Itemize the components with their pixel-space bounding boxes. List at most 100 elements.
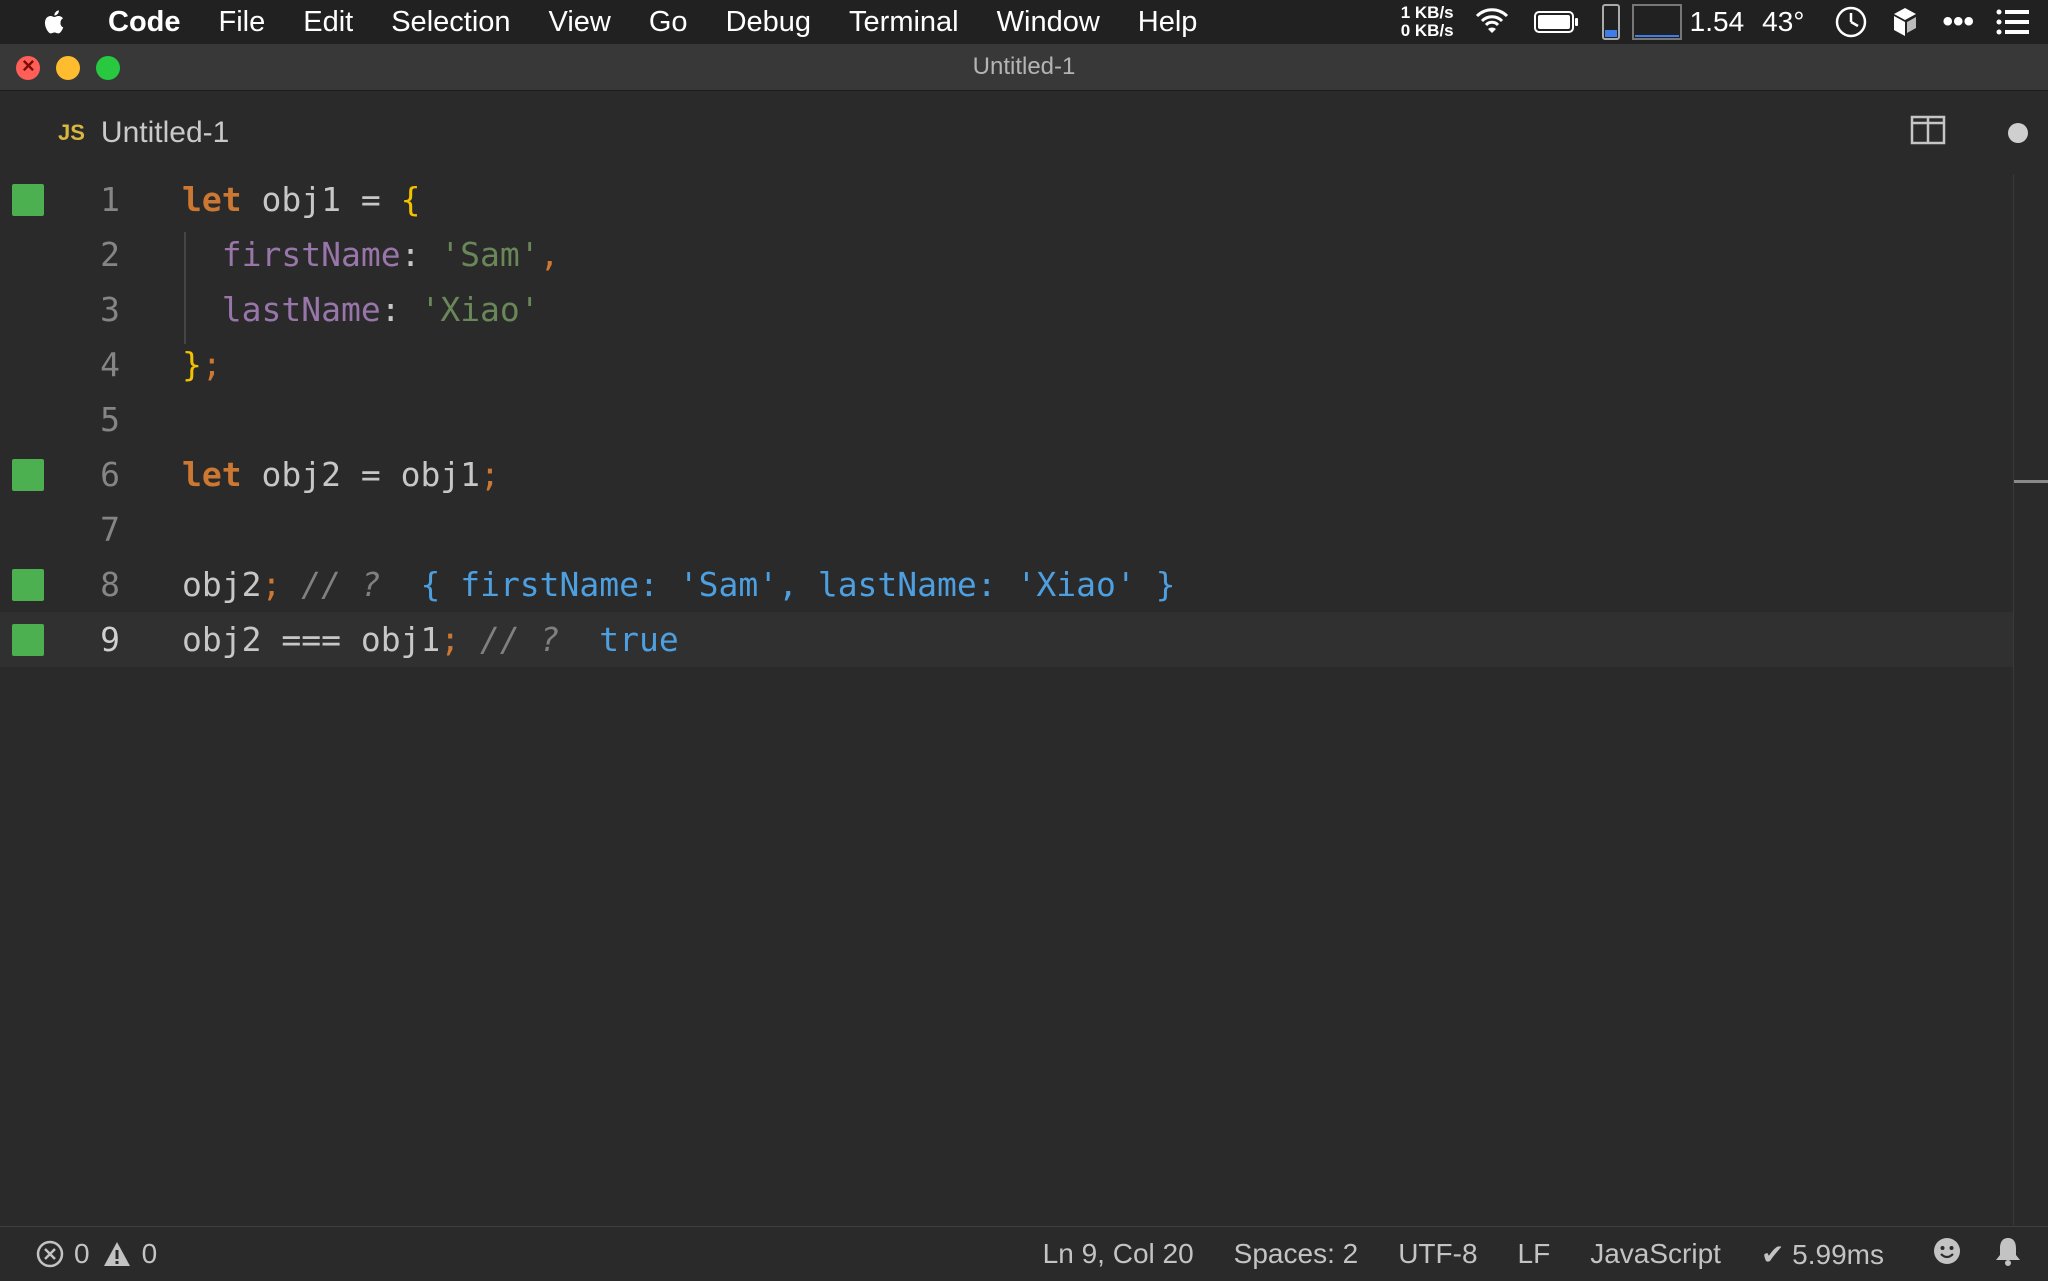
code-token: firstName	[221, 235, 401, 274]
error-count: 0	[74, 1238, 90, 1269]
code-token: obj1	[241, 180, 361, 219]
network-speed[interactable]: 1 KB/s 0 KB/s	[1401, 4, 1454, 40]
code-token: { firstName: 'Sam', lastName: 'Xiao' }	[420, 565, 1176, 604]
close-window-button[interactable]	[16, 53, 40, 80]
line-number: 7	[100, 510, 120, 549]
memory-gauge-icon[interactable]	[1601, 4, 1620, 40]
line-number: 6	[100, 455, 120, 494]
line-code: let obj2 = obj1;	[182, 455, 500, 494]
network-down-speed: 0 KB/s	[1400, 21, 1454, 40]
line-number: 1	[100, 180, 120, 219]
coverage-indicator	[12, 458, 44, 491]
coverage-indicator	[12, 623, 44, 656]
split-editor-icon[interactable]	[1910, 115, 1946, 150]
notification-center-icon[interactable]	[1996, 9, 2030, 35]
code-token: {	[400, 180, 421, 219]
menu-help[interactable]: Help	[1138, 6, 1198, 39]
javascript-file-icon: JS	[58, 120, 85, 145]
tab-label: Untitled-1	[100, 116, 230, 149]
menu-window[interactable]: Window	[997, 6, 1100, 39]
menu-debug[interactable]: Debug	[726, 6, 811, 39]
line-number: 2	[100, 235, 120, 274]
cpu-temperature[interactable]: 43°	[1762, 6, 1804, 38]
code-line[interactable]: 7	[0, 502, 2014, 557]
code-line[interactable]: 4};	[0, 337, 2014, 392]
language-mode[interactable]: JavaScript	[1590, 1238, 1721, 1270]
code-token: =	[360, 455, 381, 494]
cpu-graph-icon[interactable]	[1631, 4, 1682, 40]
code-token: =	[360, 180, 381, 219]
code-token: }	[182, 345, 202, 384]
menu-app-name[interactable]: Code	[108, 6, 181, 39]
code-token: obj2	[241, 455, 361, 494]
line-code: obj2; // ? { firstName: 'Sam', lastName:…	[182, 565, 1175, 604]
code-line[interactable]: 1 let obj1 = {	[0, 172, 2014, 227]
indent-guide	[184, 232, 186, 344]
battery-icon[interactable]	[1533, 10, 1580, 34]
menu-go[interactable]: Go	[649, 6, 688, 39]
code-token: obj2	[182, 620, 282, 659]
code-line[interactable]: 9 obj2 === obj1; // ? true	[0, 612, 2014, 667]
menu-terminal[interactable]: Terminal	[849, 6, 959, 39]
coverage-indicator	[12, 568, 44, 601]
line-number: 9	[100, 620, 120, 659]
feedback-smiley-icon[interactable]	[1932, 1236, 1962, 1273]
clock-icon[interactable]	[1834, 5, 1868, 39]
editor-scrollbar[interactable]	[2013, 175, 2048, 1225]
code-token: let	[182, 455, 242, 494]
line-code: obj2 === obj1; // ? true	[182, 620, 679, 659]
network-up-speed: 1 KB/s	[1400, 3, 1454, 22]
code-token: obj1	[380, 455, 481, 494]
code-line[interactable]: 2 firstName: 'Sam',	[0, 227, 2014, 282]
quokka-timing[interactable]: ✔ 5.99ms	[1761, 1238, 1884, 1271]
window-title: Untitled-1	[972, 53, 1076, 80]
code-token: // ?	[301, 565, 381, 604]
unsaved-changes-indicator[interactable]	[2008, 123, 2028, 143]
code-token: ,	[539, 235, 560, 274]
menu-bar: Code File Edit Selection View Go Debug T…	[0, 0, 2048, 44]
dropbox-icon[interactable]	[1890, 6, 1920, 38]
error-icon	[36, 1240, 64, 1268]
code-token: // ?	[480, 620, 560, 659]
wifi-icon[interactable]	[1472, 7, 1512, 37]
line-code: firstName: 'Sam',	[182, 235, 560, 274]
indentation-setting[interactable]: Spaces: 2	[1234, 1238, 1359, 1270]
code-line[interactable]: 5	[0, 392, 2014, 447]
code-line[interactable]: 8 obj2; // ? { firstName: 'Sam', lastName…	[0, 557, 2014, 612]
code-token: 'Sam'	[440, 235, 540, 274]
window-title-bar: Untitled-1	[0, 44, 2048, 91]
editor-tab-bar: JS Untitled-1	[0, 91, 2048, 175]
code-token: :	[400, 235, 441, 274]
load-average[interactable]: 1.54	[1690, 6, 1745, 38]
window-controls	[16, 53, 136, 80]
end-of-line-sequence[interactable]: LF	[1518, 1238, 1551, 1270]
apple-icon[interactable]	[40, 7, 70, 37]
status-bar: 0 0 Ln 9, Col 20 Spaces: 2 UTF-8 LF Java…	[0, 1226, 2048, 1281]
code-token: obj2	[182, 565, 262, 604]
cursor-position[interactable]: Ln 9, Col 20	[1043, 1238, 1194, 1270]
overview-ruler-marker	[2014, 480, 2048, 483]
menu-edit[interactable]: Edit	[303, 6, 353, 39]
line-number: 5	[100, 400, 120, 439]
code-token: 'Xiao'	[420, 290, 540, 329]
code-line[interactable]: 6 let obj2 = obj1;	[0, 447, 2014, 502]
file-encoding[interactable]: UTF-8	[1398, 1238, 1477, 1270]
menu-selection[interactable]: Selection	[391, 6, 510, 39]
code-line[interactable]: 3 lastName: 'Xiao'	[0, 282, 2014, 337]
minimize-window-button[interactable]	[56, 56, 80, 80]
code-token: lastName	[221, 290, 381, 329]
notifications-bell-icon[interactable]	[1994, 1236, 2022, 1273]
menu-view[interactable]: View	[549, 6, 611, 39]
tab-untitled-1[interactable]: JS Untitled-1	[58, 116, 229, 150]
more-icon[interactable]: •••	[1942, 5, 1974, 39]
code-token: ;	[480, 455, 500, 494]
code-editor[interactable]: 1 let obj1 = {2 firstName: 'Sam', 3 lastNa…	[0, 175, 2014, 1225]
problems-indicator[interactable]: 0 0	[36, 1238, 169, 1270]
menu-file[interactable]: File	[219, 6, 266, 39]
maximize-window-button[interactable]	[96, 56, 120, 80]
line-number: 8	[100, 565, 120, 604]
code-token: let	[182, 180, 242, 219]
